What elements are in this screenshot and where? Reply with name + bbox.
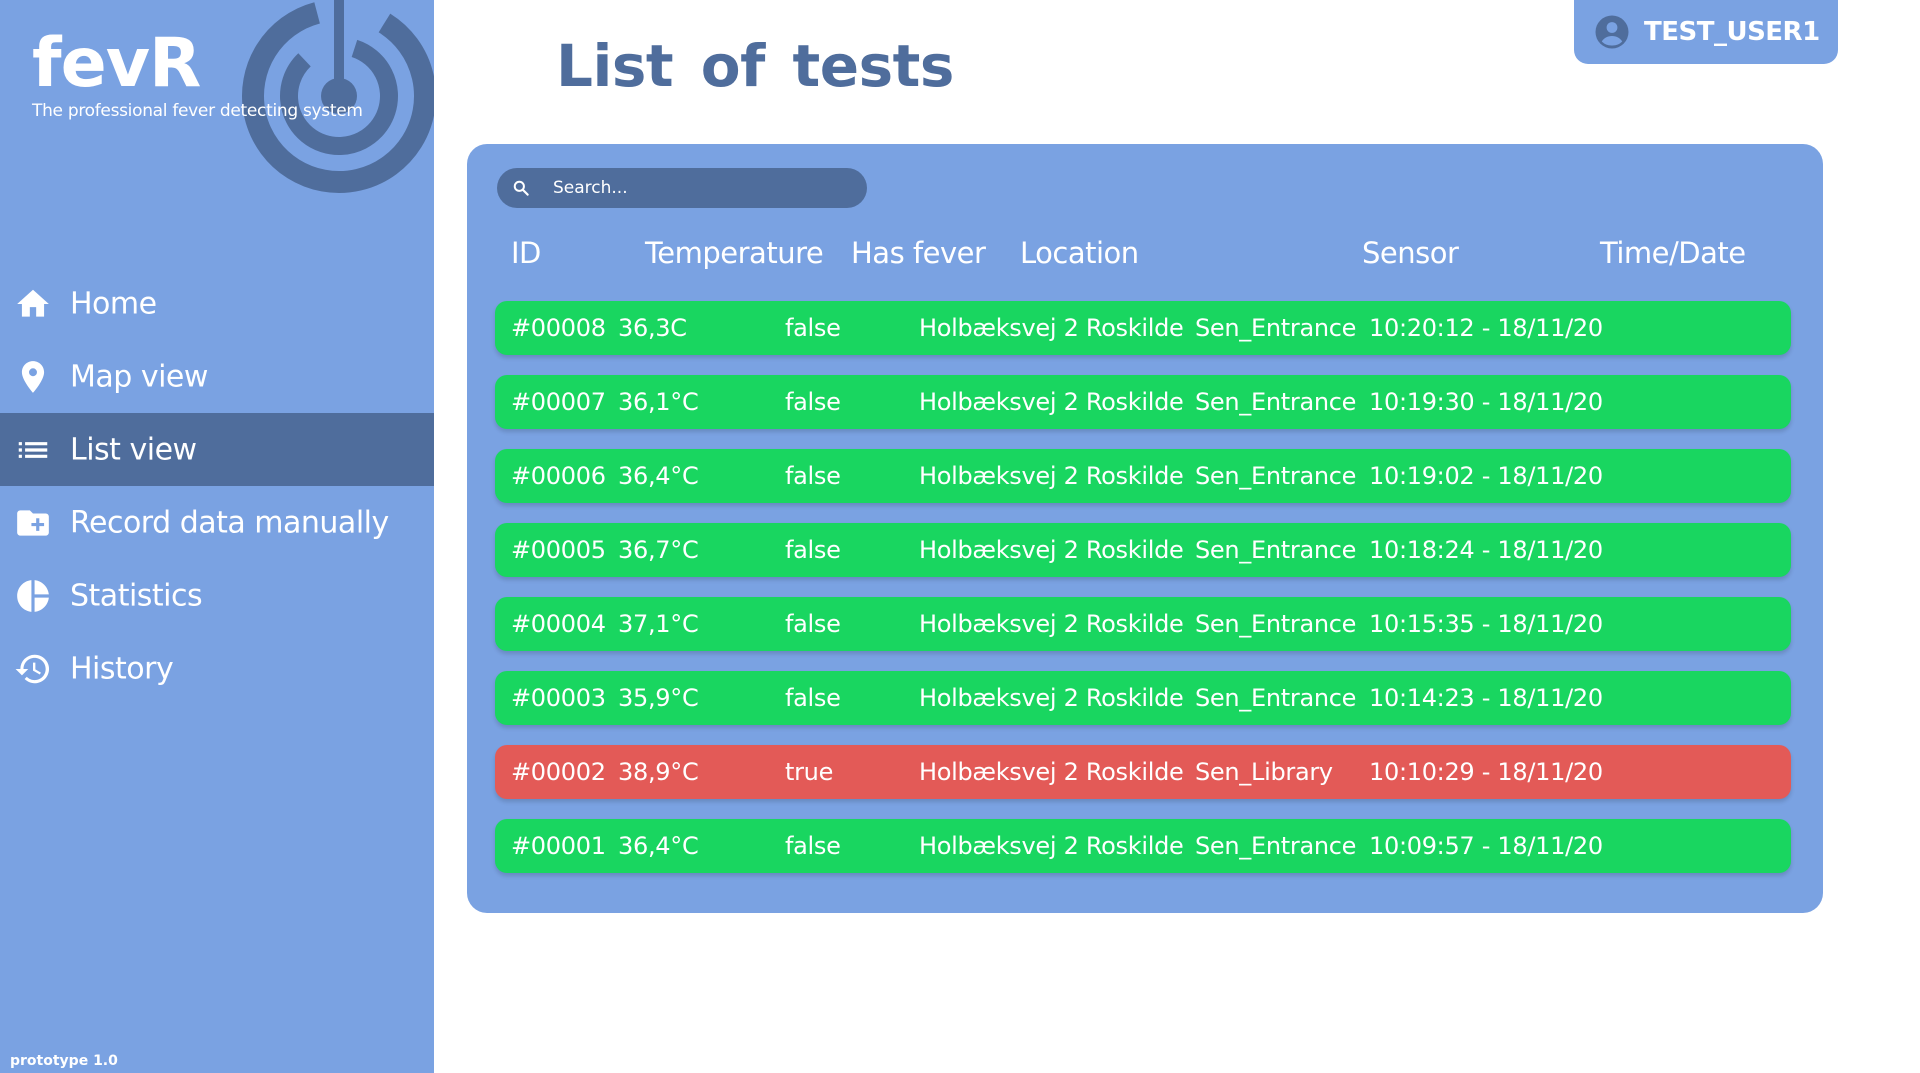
cell-sensor: Sen_Library	[1195, 758, 1333, 786]
nav-label: History	[70, 651, 174, 686]
cell-sensor: Sen_Entrance	[1195, 462, 1357, 490]
cell-has-fever: false	[785, 462, 841, 490]
cell-temperature: 36,4°C	[618, 832, 699, 860]
table-row[interactable]: #00006 36,4°C false Holbæksvej 2 Roskilde Se…	[495, 449, 1791, 503]
cell-sensor: Sen_Entrance	[1195, 684, 1357, 712]
map-pin-icon	[21, 360, 45, 393]
cell-sensor: Sen_Entrance	[1195, 832, 1357, 860]
cell-time-date: 10:10:29 - 18/11/20	[1369, 758, 1603, 786]
cell-has-fever: false	[785, 314, 841, 342]
column-header-sensor[interactable]: Sensor	[1362, 236, 1459, 270]
cell-temperature: 36,7°C	[618, 536, 699, 564]
cell-temperature: 35,9°C	[618, 684, 699, 712]
brand-name: fevR	[32, 24, 201, 103]
table-header: ID Temperature Has fever Location Sensor…	[467, 236, 1823, 276]
nav-label: List view	[70, 432, 197, 467]
cell-id: #00005	[511, 536, 606, 564]
sidebar: fevR The professional fever detecting sy…	[0, 0, 434, 1073]
cell-id: #00003	[511, 684, 606, 712]
cell-temperature: 37,1°C	[618, 610, 699, 638]
column-header-has-fever[interactable]: Has fever	[851, 236, 986, 270]
table-row[interactable]: #00001 36,4°C false Holbæksvej 2 Roskilde Se…	[495, 819, 1791, 873]
nav-label: Map view	[70, 359, 208, 394]
cell-location: Holbæksvej 2 Roskilde	[919, 388, 1184, 416]
cell-sensor: Sen_Entrance	[1195, 536, 1357, 564]
cell-location: Holbæksvej 2 Roskilde	[919, 758, 1184, 786]
cell-time-date: 10:18:24 - 18/11/20	[1369, 536, 1603, 564]
cell-location: Holbæksvej 2 Roskilde	[919, 610, 1184, 638]
cell-time-date: 10:19:02 - 18/11/20	[1369, 462, 1603, 490]
cell-temperature: 36,4°C	[618, 462, 699, 490]
account-circle-icon	[1595, 15, 1629, 49]
cell-has-fever: true	[785, 758, 834, 786]
cell-temperature: 38,9°C	[618, 758, 699, 786]
main-nav: Home Map view List view Record data manu…	[0, 267, 434, 705]
cell-has-fever: false	[785, 684, 841, 712]
tests-panel: ID Temperature Has fever Location Sensor…	[467, 144, 1823, 913]
nav-item-home[interactable]: Home	[0, 267, 434, 340]
table-row[interactable]: #00003 35,9°C false Holbæksvej 2 Roskilde Se…	[495, 671, 1791, 725]
cell-time-date: 10:20:12 - 18/11/20	[1369, 314, 1603, 342]
search-input[interactable]	[553, 178, 853, 198]
column-header-location[interactable]: Location	[1020, 236, 1139, 270]
table-row[interactable]: #00004 37,1°C false Holbæksvej 2 Roskilde Se…	[495, 597, 1791, 651]
user-menu-button[interactable]: TEST_USER1	[1574, 0, 1838, 64]
cell-time-date: 10:19:30 - 18/11/20	[1369, 388, 1603, 416]
user-name: TEST_USER1	[1644, 17, 1820, 47]
cell-time-date: 10:09:57 - 18/11/20	[1369, 832, 1603, 860]
version-label: prototype 1.0	[10, 1053, 118, 1069]
history-icon	[15, 654, 50, 683]
cell-location: Holbæksvej 2 Roskilde	[919, 314, 1184, 342]
column-header-temperature[interactable]: Temperature	[645, 236, 824, 270]
cell-location: Holbæksvej 2 Roskilde	[919, 684, 1184, 712]
table-row[interactable]: #00008 36,3C false Holbæksvej 2 Roskilde Sen…	[495, 301, 1791, 355]
cell-id: #00002	[511, 758, 606, 786]
nav-item-map-view[interactable]: Map view	[0, 340, 434, 413]
cell-has-fever: false	[785, 536, 841, 564]
nav-label: Home	[70, 286, 157, 321]
list-icon	[18, 441, 48, 458]
cell-sensor: Sen_Entrance	[1195, 610, 1357, 638]
tests-list: #00008 36,3C false Holbæksvej 2 Roskilde Sen…	[495, 301, 1791, 893]
cell-location: Holbæksvej 2 Roskilde	[919, 536, 1184, 564]
cell-temperature: 36,3C	[618, 314, 687, 342]
cell-has-fever: false	[785, 388, 841, 416]
cell-sensor: Sen_Entrance	[1195, 314, 1357, 342]
nav-item-list-view[interactable]: List view	[0, 413, 434, 486]
nav-item-history[interactable]: History	[0, 632, 434, 705]
cell-id: #00008	[511, 314, 606, 342]
cell-time-date: 10:14:23 - 18/11/20	[1369, 684, 1603, 712]
column-header-id[interactable]: ID	[511, 236, 541, 270]
nav-label: Record data manually	[70, 505, 389, 540]
search-bar[interactable]	[497, 168, 867, 208]
table-row[interactable]: #00007 36,1°C false Holbæksvej 2 Roskilde Se…	[495, 375, 1791, 429]
cell-sensor: Sen_Entrance	[1195, 388, 1357, 416]
cell-id: #00001	[511, 832, 606, 860]
cell-id: #00006	[511, 462, 606, 490]
cell-id: #00004	[511, 610, 606, 638]
cell-temperature: 36,1°C	[618, 388, 699, 416]
cell-location: Holbæksvej 2 Roskilde	[919, 462, 1184, 490]
target-signal-icon	[242, 0, 434, 193]
home-icon	[17, 289, 49, 317]
cell-location: Holbæksvej 2 Roskilde	[919, 832, 1184, 860]
cell-has-fever: false	[785, 832, 841, 860]
pie-chart-icon	[17, 579, 49, 612]
search-icon	[513, 180, 529, 196]
nav-item-record-data[interactable]: Record data manually	[0, 486, 434, 559]
cell-has-fever: false	[785, 610, 841, 638]
cell-time-date: 10:15:35 - 18/11/20	[1369, 610, 1603, 638]
nav-label: Statistics	[70, 578, 203, 613]
cell-id: #00007	[511, 388, 606, 416]
brand-tagline: The professional fever detecting system	[32, 101, 363, 121]
folder-plus-icon	[17, 509, 49, 536]
nav-item-statistics[interactable]: Statistics	[0, 559, 434, 632]
table-row[interactable]: #00002 38,9°C true Holbæksvej 2 Roskilde Sen…	[495, 745, 1791, 799]
column-header-time-date[interactable]: Time/Date	[1600, 236, 1746, 270]
table-row[interactable]: #00005 36,7°C false Holbæksvej 2 Roskilde Se…	[495, 523, 1791, 577]
page-title: List of tests	[556, 32, 954, 100]
